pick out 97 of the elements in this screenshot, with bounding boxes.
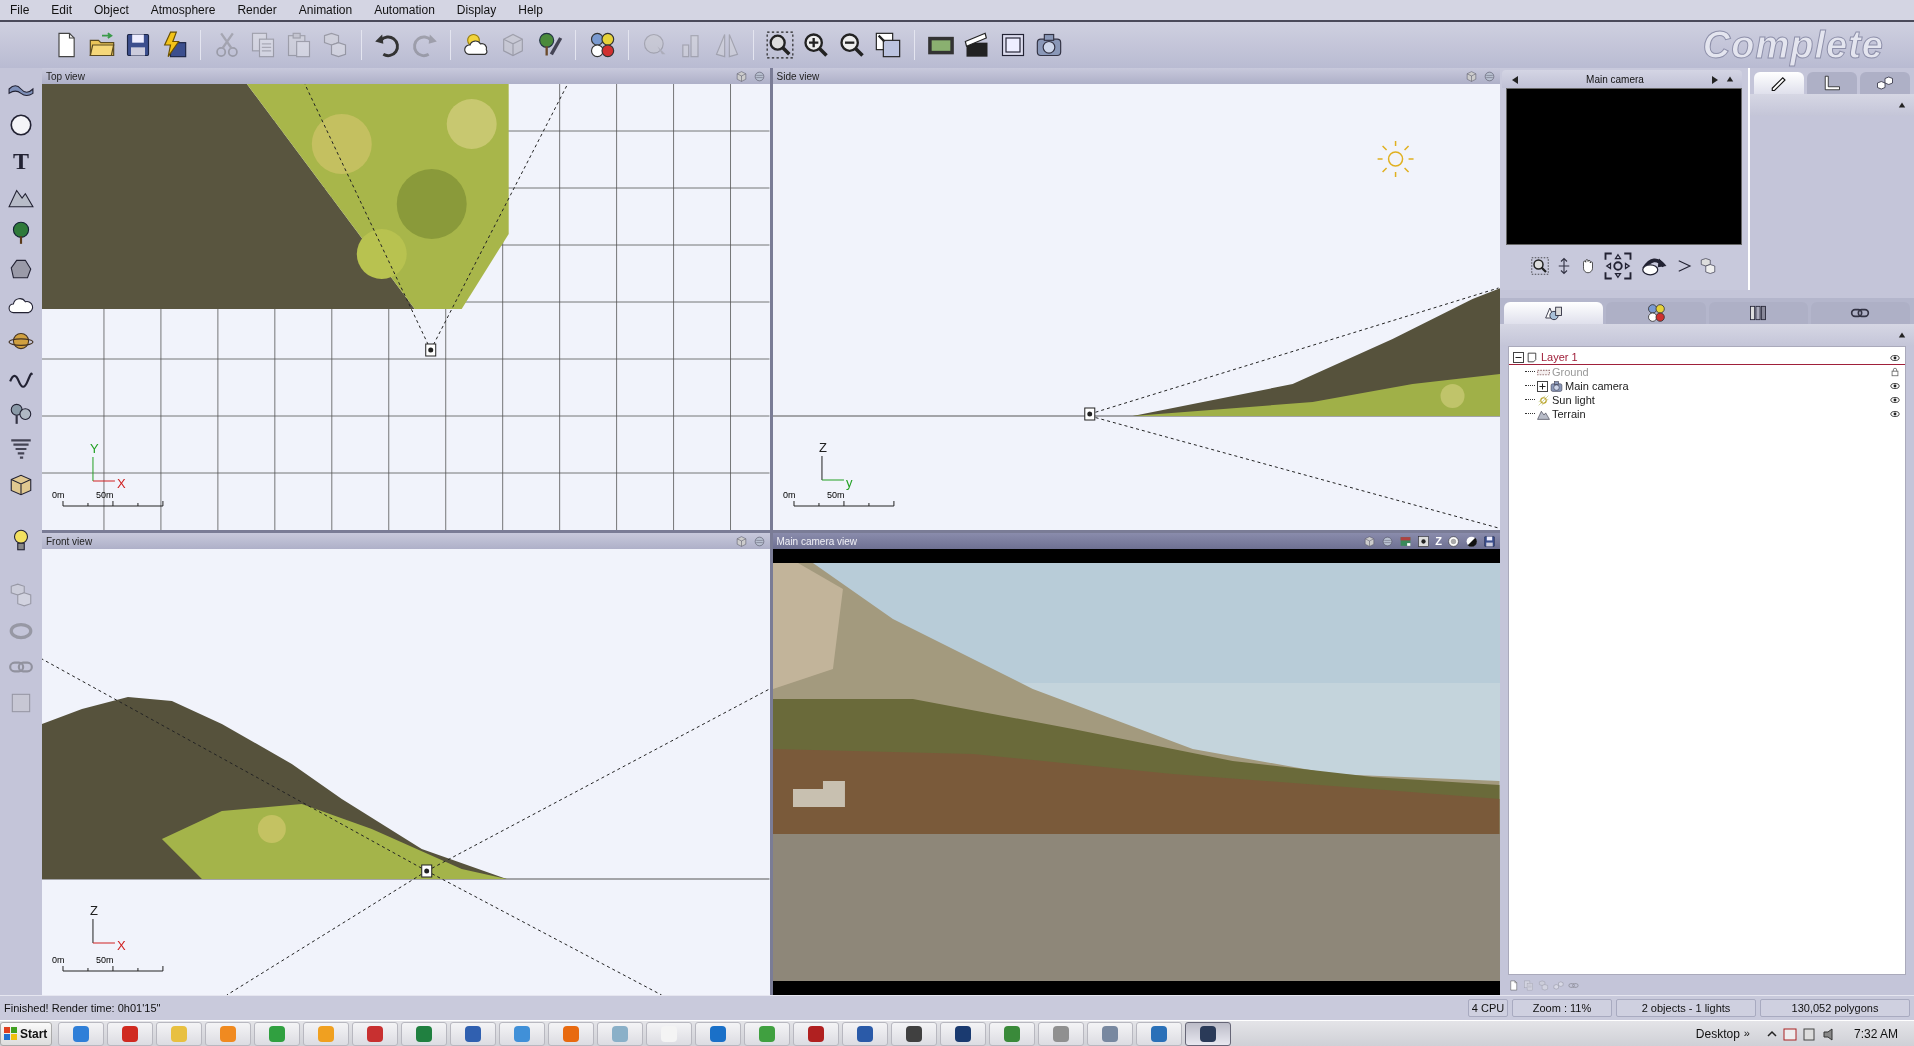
viewport-title: Side view <box>776 69 820 84</box>
menu-item[interactable]: Animation <box>288 0 365 20</box>
viewport-title: Front view <box>46 534 93 549</box>
axis-label: Z <box>818 440 827 455</box>
taskbar-button[interactable] <box>695 1021 741 1046</box>
cubes-icon <box>1875 74 1895 92</box>
next-icon[interactable] <box>1710 74 1720 84</box>
menu-item[interactable]: Object <box>84 0 141 20</box>
direction-pad-icon[interactable] <box>1603 251 1633 281</box>
axis-label: X <box>116 476 126 491</box>
scale-label: 0m <box>782 490 795 500</box>
taskbar-button[interactable] <box>107 1021 153 1046</box>
browser-tab[interactable] <box>1810 302 1910 324</box>
axis-label: Z <box>89 903 98 918</box>
camera-icon[interactable] <box>1035 31 1063 59</box>
eye-icon[interactable] <box>1889 409 1901 419</box>
folder-icon[interactable] <box>88 31 116 59</box>
start-button[interactable]: Start <box>0 1021 52 1046</box>
menu-item[interactable]: Edit <box>41 0 85 20</box>
save-icon[interactable] <box>1483 534 1496 548</box>
balls-icon[interactable] <box>588 31 616 59</box>
scale-label: 50m <box>95 955 114 965</box>
cpu-count: 4 CPU <box>1468 999 1508 1017</box>
sun-icon <box>1537 393 1550 407</box>
previous-icon[interactable] <box>1510 74 1520 84</box>
menu-item[interactable]: Help <box>508 0 555 20</box>
menu-item[interactable]: Atmosphere <box>140 0 228 20</box>
status-message: Finished! Render time: 0h01'15" <box>4 1000 162 1016</box>
eye-icon[interactable] <box>1889 395 1901 405</box>
frame-icon[interactable] <box>999 31 1027 59</box>
scale-label: 0m <box>52 955 65 965</box>
zoom-in-icon[interactable] <box>802 31 830 59</box>
taskbar-button[interactable] <box>940 1021 986 1046</box>
browser-tab[interactable] <box>1606 302 1706 324</box>
scene-count: 2 objects - 1 lights <box>1616 999 1756 1017</box>
camera-marker <box>1083 407 1095 421</box>
tree-item[interactable]: Layer 1 <box>1541 349 1578 366</box>
taskbar-button[interactable] <box>842 1021 888 1046</box>
menu-item[interactable]: Display <box>446 0 509 20</box>
taskbar-button[interactable] <box>401 1021 447 1046</box>
eye-icon[interactable] <box>1889 352 1901 363</box>
camera-icon <box>1550 379 1563 393</box>
scale-label: 0m <box>52 490 65 500</box>
clapperboard-icon[interactable] <box>963 31 991 59</box>
polygon-count: 130,052 polygons <box>1760 999 1910 1017</box>
edition-logo: Complete <box>1702 23 1884 67</box>
desktop-toolbar[interactable]: Desktop <box>1695 1024 1740 1043</box>
scale-label: 50m <box>826 490 844 500</box>
camera-marker <box>425 343 437 357</box>
zoom-out-icon[interactable] <box>838 31 866 59</box>
menu-item[interactable]: Automation <box>364 0 447 20</box>
sun-icon <box>1376 140 1414 178</box>
collapse-icon[interactable] <box>1726 75 1734 83</box>
eye-icon[interactable] <box>1889 381 1901 391</box>
clock: 7:32 AM <box>1853 1025 1898 1043</box>
menu-item[interactable]: Render <box>227 0 289 20</box>
collapse-toggle[interactable] <box>1513 352 1524 363</box>
magnifier-icon[interactable] <box>766 31 794 59</box>
collapse-icon[interactable] <box>1898 331 1906 339</box>
camera-marker <box>421 864 433 878</box>
menu-item[interactable]: File <box>0 0 42 20</box>
expand-toggle[interactable] <box>1537 380 1548 392</box>
start-icon <box>4 1026 18 1041</box>
browser-tab[interactable] <box>1504 302 1604 324</box>
taskbar-button[interactable] <box>1136 1021 1182 1046</box>
editor-tab[interactable] <box>1754 72 1804 94</box>
viewport-title: Main camera view <box>776 534 858 549</box>
depth-button[interactable]: Z <box>1435 535 1442 547</box>
ruler-icon <box>1822 74 1842 92</box>
taskbar-button[interactable] <box>352 1021 398 1046</box>
overflow-button[interactable]: » <box>1743 1025 1750 1042</box>
taskbar-button[interactable] <box>891 1021 937 1046</box>
half-circle-icon[interactable] <box>1465 534 1478 548</box>
viewport-title: Top view <box>46 69 85 84</box>
zoom-level: Zoom : 11% <box>1512 999 1612 1017</box>
taskbar-button[interactable] <box>793 1021 839 1046</box>
axis-label: y <box>845 475 852 490</box>
scale-label: 50m <box>95 490 114 500</box>
camera-name: Main camera <box>1585 72 1645 87</box>
contrast-icon[interactable] <box>1447 534 1460 548</box>
gradient-icon[interactable] <box>1399 534 1413 548</box>
cube-icon[interactable] <box>1363 534 1377 548</box>
fit-icon[interactable] <box>874 31 902 59</box>
layer-icon <box>1526 351 1539 364</box>
text-tool[interactable]: T <box>7 146 35 175</box>
taskbar-button[interactable] <box>1185 1021 1231 1046</box>
axis-label: X <box>116 938 126 953</box>
editor-tab[interactable] <box>1807 72 1857 94</box>
browser-tab[interactable] <box>1708 302 1808 324</box>
axis-label: Y <box>89 441 99 456</box>
save-icon[interactable] <box>124 31 152 59</box>
sphere-icon[interactable] <box>8 111 34 138</box>
collapse-icon[interactable] <box>1898 101 1906 109</box>
editor-tab[interactable] <box>1860 72 1910 94</box>
magnifier-icon[interactable] <box>1531 257 1549 275</box>
taskbar-button[interactable] <box>450 1021 496 1046</box>
cubes-icon[interactable] <box>1699 257 1717 275</box>
